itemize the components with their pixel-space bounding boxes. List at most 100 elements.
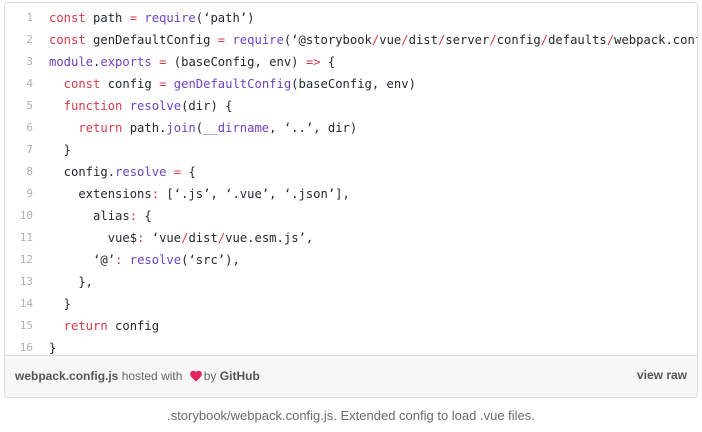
code-token: (baseConfig, env)	[291, 77, 416, 91]
code-text: const genDefaultConfig = require(‘@story…	[49, 29, 697, 51]
code-token: require	[144, 11, 196, 25]
code-text: module.exports = (baseConfig, env) => {	[49, 51, 335, 73]
code-line: 9 extensions: [‘.js’, ‘.vue’, ‘.json’],	[5, 183, 697, 205]
code-token: (‘path’)	[195, 11, 255, 25]
code-line: 4 const config = genDefaultConfig(baseCo…	[5, 73, 697, 95]
code-token: genDefaultConfig	[93, 33, 218, 47]
hosted-with-text: hosted with	[121, 369, 183, 383]
code-token: :	[137, 231, 152, 245]
code-text: },	[49, 271, 93, 293]
gist-file-link[interactable]: webpack.config.js	[15, 369, 118, 383]
code-text: ‘@’: resolve(‘src’),	[49, 249, 240, 271]
github-link[interactable]: GitHub	[220, 369, 260, 383]
code-text: const path = require(‘path’)	[49, 7, 254, 29]
code-token: const	[49, 11, 94, 25]
code-token: (dir) {	[181, 99, 233, 113]
code-line: 11 vue$: ‘vue/dist/vue.esm.js’,	[5, 227, 697, 249]
code-token: }	[49, 297, 72, 311]
line-number: 15	[19, 319, 33, 332]
code-token: resolve	[115, 165, 174, 179]
line-number: 13	[19, 275, 33, 288]
code-token: =>	[305, 55, 328, 69]
code-line: 7 }	[5, 139, 697, 161]
code-token: __dirname	[203, 121, 270, 135]
code-line: 5 function resolve(dir) {	[5, 95, 697, 117]
line-number: 5	[26, 99, 33, 112]
code-token: :	[151, 187, 167, 201]
code-token: },	[49, 275, 94, 289]
line-number: 6	[26, 121, 33, 134]
code-line: 15 return config	[5, 315, 697, 337]
code-token: , ‘..’, dir)	[269, 121, 358, 135]
line-number: 14	[19, 297, 33, 310]
line-number: 8	[26, 165, 33, 178]
code-text: }	[49, 337, 56, 355]
code-token: webpack.config	[614, 33, 697, 47]
code-token: config.	[49, 165, 116, 179]
code-token: (‘src’),	[181, 253, 240, 267]
code-token: (	[195, 121, 204, 135]
code-token: /	[401, 33, 409, 47]
code-token: path.	[129, 121, 167, 135]
line-number: 2	[26, 33, 33, 46]
figure-caption: .storybook/webpack.config.js. Extended c…	[167, 408, 535, 423]
code-line: 1 const path = require(‘path’)	[5, 7, 697, 29]
code-token: alias	[49, 209, 130, 223]
code-token: ‘@’	[49, 253, 116, 267]
code-token: resolve	[129, 99, 182, 113]
line-number: 9	[26, 187, 33, 200]
code-token: path	[93, 11, 130, 25]
line-number: 16	[19, 341, 33, 354]
code-line: 16}	[5, 337, 697, 355]
code-token: genDefaultConfig	[173, 77, 292, 91]
code-text: return config	[49, 315, 159, 337]
code-token: resolve	[129, 253, 182, 267]
code-token: return	[49, 319, 116, 333]
code-token: join	[166, 121, 196, 135]
code-line: 2 const genDefaultConfig = require(‘@stor…	[5, 29, 697, 51]
line-number: 10	[19, 209, 33, 222]
view-raw-link[interactable]: view raw	[637, 368, 687, 382]
line-number: 11	[19, 231, 33, 244]
code-token: dist	[408, 33, 438, 47]
code-token: config	[115, 319, 160, 333]
code-token: vue	[379, 33, 402, 47]
code-text: config.resolve = {	[49, 161, 196, 183]
code-token: }	[49, 341, 57, 355]
code-line: 13 },	[5, 271, 697, 293]
code-token: defaults	[548, 33, 607, 47]
code-token: config	[107, 77, 160, 91]
code-token: exports	[100, 55, 160, 69]
code-line: 8 config.resolve = {	[5, 161, 697, 183]
code-token: =	[129, 11, 145, 25]
code-line: 6 return path.join(__dirname, ‘..’, dir)	[5, 117, 697, 139]
code-line: 12 ‘@’: resolve(‘src’),	[5, 249, 697, 271]
code-token: (baseConfig, env)	[173, 55, 306, 69]
code-token: :	[129, 209, 145, 223]
code-token: vue.esm.js’,	[225, 231, 314, 245]
code-token: [‘.js’, ‘.vue’, ‘.json’],	[166, 187, 350, 201]
code-token: dist	[188, 231, 218, 245]
code-token: {	[144, 209, 152, 223]
line-number: 3	[26, 55, 33, 68]
code-token: (‘@storybook	[283, 33, 372, 47]
code-line: 3 module.exports = (baseConfig, env) => {	[5, 51, 697, 73]
code-text: alias: {	[49, 205, 152, 227]
code-token: =	[159, 55, 174, 69]
by-text: by	[203, 369, 217, 383]
heart-icon	[189, 370, 202, 382]
code-token: =	[217, 33, 233, 47]
gist-embed: 1 const path = require(‘path’) 2 const genD…	[4, 2, 698, 398]
code-token: }	[49, 143, 72, 157]
code-token: server	[445, 33, 490, 47]
code-line: 10 alias: {	[5, 205, 697, 227]
code-token: function	[49, 99, 130, 113]
code-token: {	[188, 165, 196, 179]
code-token: /	[489, 33, 497, 47]
code-text: extensions: [‘.js’, ‘.vue’, ‘.json’],	[49, 183, 350, 205]
code-text: return path.join(__dirname, ‘..’, dir)	[49, 117, 357, 139]
code-token: =	[173, 165, 189, 179]
code-text: const config = genDefaultConfig(baseConf…	[49, 73, 416, 95]
gist-footer: webpack.config.js hosted with by GitHub …	[5, 355, 697, 397]
code-block: 1 const path = require(‘path’) 2 const genD…	[5, 3, 697, 355]
